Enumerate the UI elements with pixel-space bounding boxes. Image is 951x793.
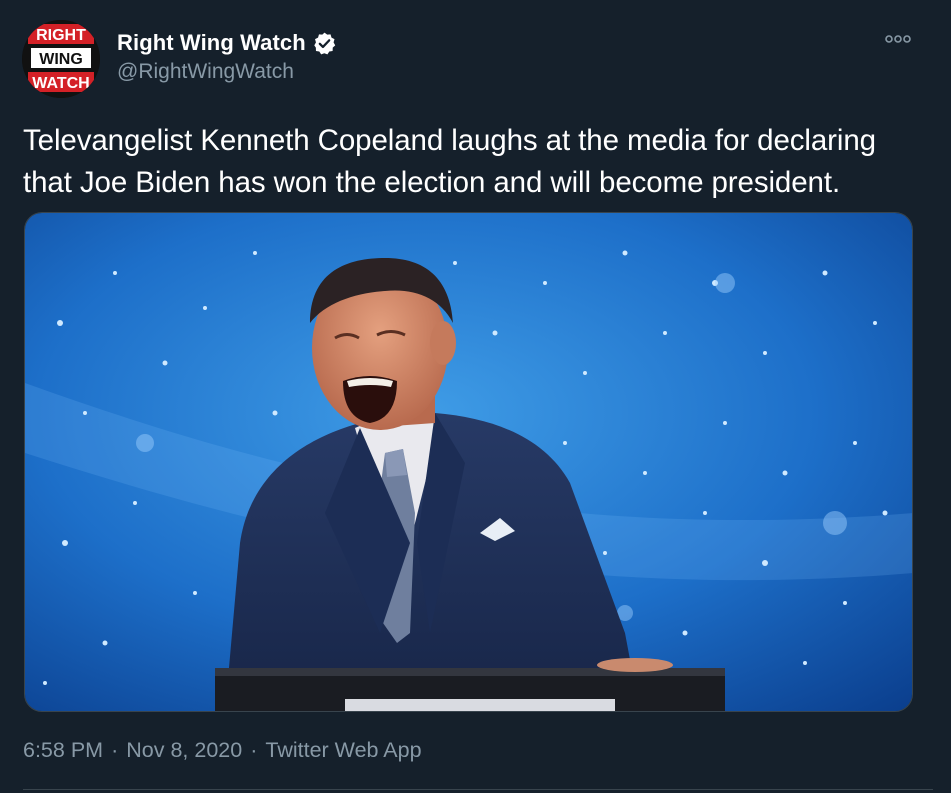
logo-line-1: RIGHT	[36, 27, 86, 44]
tweet-text: Televangelist Kenneth Copeland laughs at…	[23, 124, 876, 199]
display-name[interactable]: Right Wing Watch	[117, 30, 306, 56]
divider	[23, 789, 933, 790]
logo-line-2: WING	[39, 51, 83, 68]
meta-separator: ·	[250, 738, 258, 762]
author-name-row[interactable]: Right Wing Watch	[117, 30, 337, 56]
tweet-metadata: 6:58 PM · Nov 8, 2020 · Twitter Web App	[23, 738, 422, 763]
tweet-media-video[interactable]	[24, 212, 913, 712]
verified-badge-icon	[312, 31, 337, 56]
tweet-source[interactable]: Twitter Web App	[265, 738, 421, 763]
video-thumbnail-image	[25, 213, 912, 711]
logo-line-3: WATCH	[32, 75, 89, 92]
right-wing-watch-logo: RIGHT WING WATCH	[22, 20, 100, 98]
author-handle[interactable]: @RightWingWatch	[117, 60, 294, 84]
meta-separator: ·	[111, 738, 119, 762]
tweet-date[interactable]: Nov 8, 2020	[126, 738, 242, 763]
more-options-button[interactable]	[883, 29, 913, 49]
tweet-card: RIGHT WING WATCH Right Wing Watch @Right…	[0, 0, 951, 793]
more-options-icon	[885, 35, 911, 43]
tweet-time[interactable]: 6:58 PM	[23, 738, 103, 763]
avatar[interactable]: RIGHT WING WATCH	[22, 20, 100, 98]
